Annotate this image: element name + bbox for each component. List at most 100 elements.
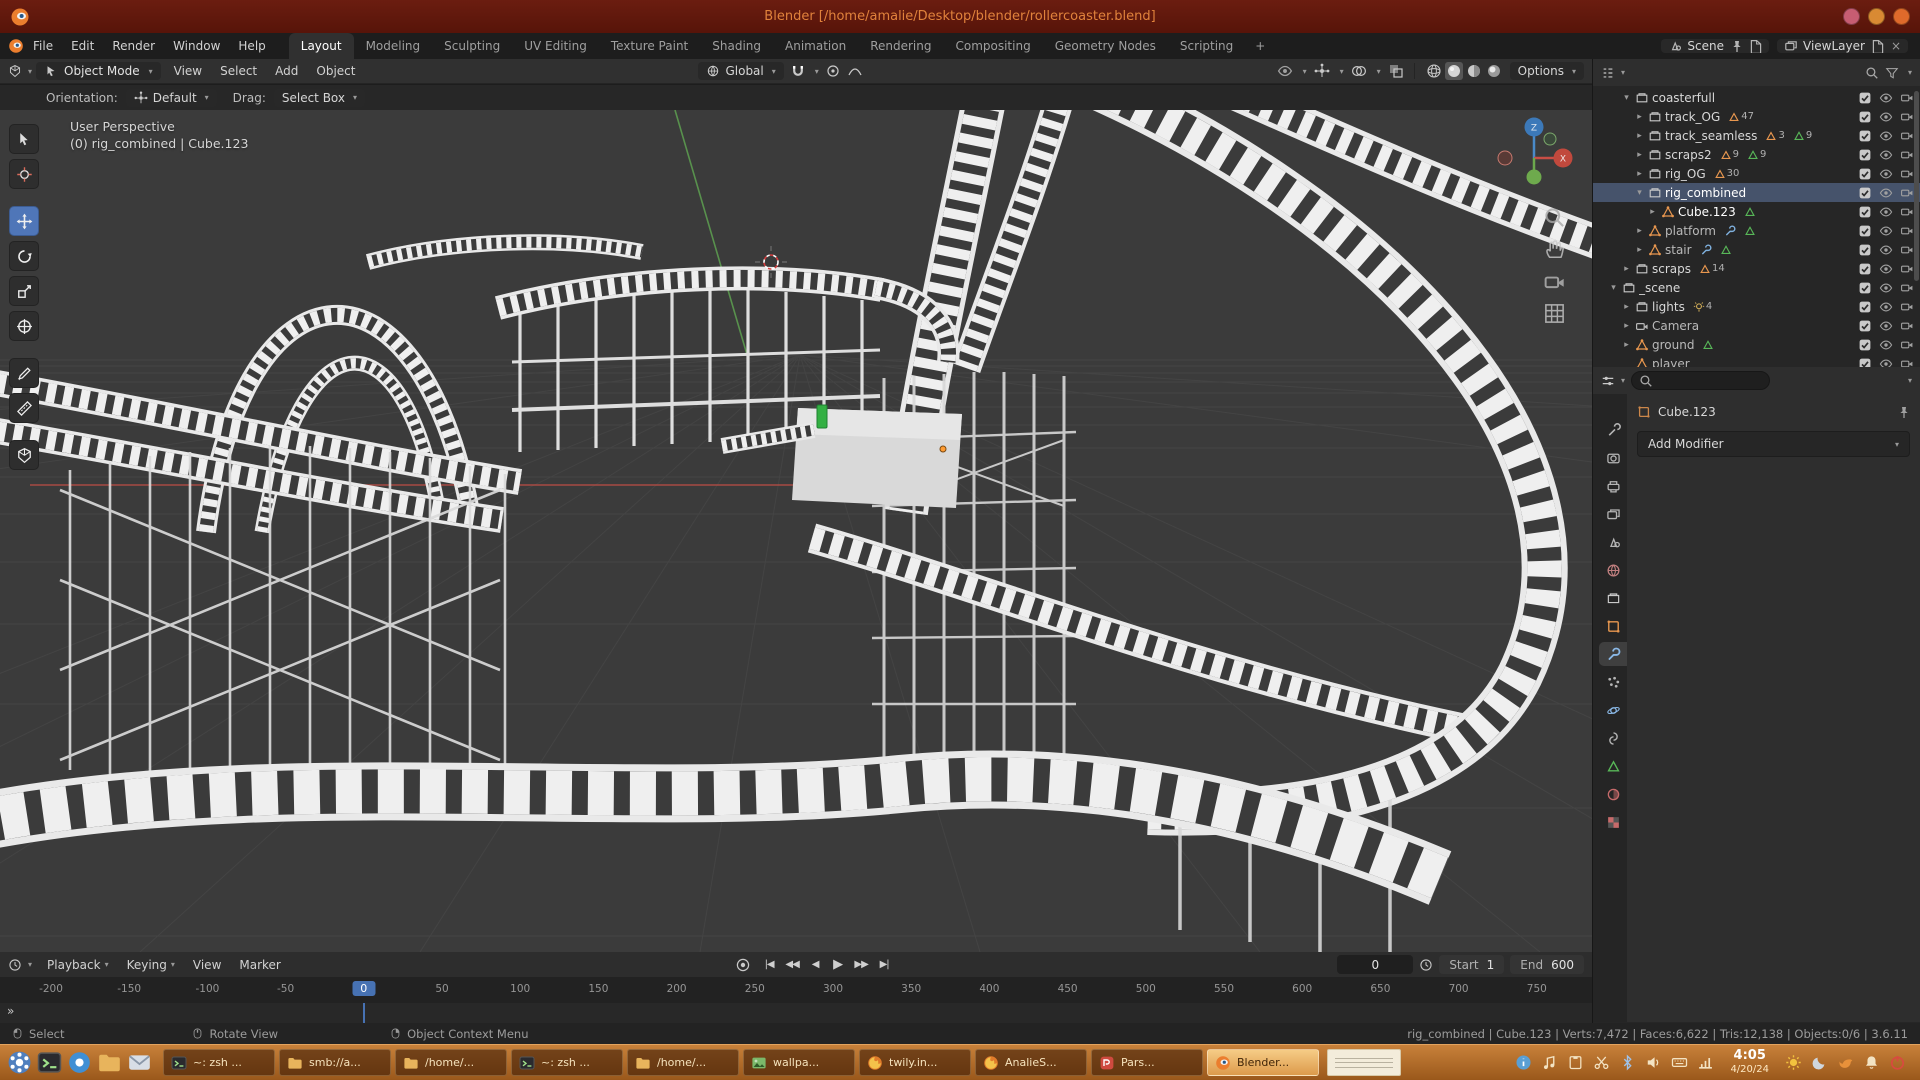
tab-modeling[interactable]: Modeling (354, 33, 433, 59)
move-tool-button[interactable] (9, 206, 39, 236)
tab-uv-editing[interactable]: UV Editing (512, 33, 599, 59)
properties-options-icon[interactable]: ▾ (1908, 376, 1912, 385)
new-scene-icon[interactable] (1748, 39, 1762, 53)
next-keyframe-button[interactable]: ▶▶ (851, 955, 871, 975)
taskbar-window-smb-a[interactable]: smb://a... (279, 1049, 391, 1076)
add-modifier-button[interactable]: Add Modifier ▾ (1637, 431, 1910, 457)
properties-search-input[interactable] (1631, 371, 1770, 390)
minimize-button[interactable] (1868, 8, 1885, 25)
falloff-icon[interactable] (847, 63, 863, 79)
menu-edit[interactable]: Edit (62, 33, 103, 59)
notes-applet[interactable] (1327, 1049, 1401, 1076)
add-workspace-button[interactable]: + (1245, 33, 1275, 59)
menu-file[interactable]: File (24, 33, 62, 59)
outliner-row-coasterfull[interactable]: ▾coasterfull (1593, 88, 1920, 107)
files-launcher-icon[interactable] (96, 1049, 123, 1076)
timeline-channels[interactable]: » (0, 1003, 1592, 1024)
taskbar-window-blender[interactable]: Blender... (1207, 1049, 1319, 1076)
overlays-toggle-icon[interactable] (1351, 63, 1367, 79)
disable-in-renders-toggle[interactable] (1900, 186, 1914, 200)
hide-in-viewport-toggle[interactable] (1879, 205, 1893, 219)
bird-icon[interactable] (1837, 1054, 1854, 1071)
disable-in-renders-toggle[interactable] (1900, 319, 1914, 333)
disable-in-renders-toggle[interactable] (1900, 167, 1914, 181)
expand-arrow[interactable]: ▾ (1621, 93, 1632, 103)
xray-toggle-icon[interactable] (1388, 63, 1404, 79)
menu-window[interactable]: Window (164, 33, 229, 59)
hide-in-viewport-toggle[interactable] (1879, 319, 1893, 333)
disable-in-renders-toggle[interactable] (1900, 91, 1914, 105)
expand-arrow[interactable]: ▸ (1634, 245, 1645, 255)
checkbox-toggle[interactable] (1858, 319, 1872, 333)
camera-view-icon[interactable] (1543, 270, 1566, 293)
annotate-tool-button[interactable] (9, 358, 39, 388)
disable-in-renders-toggle[interactable] (1900, 110, 1914, 124)
outliner-row-scraps2[interactable]: ▸scraps299 (1593, 145, 1920, 164)
expand-arrow[interactable]: ▾ (1634, 188, 1645, 198)
properties-editor-type-button[interactable]: ▾ (1601, 374, 1625, 388)
checkbox-toggle[interactable] (1858, 129, 1872, 143)
menu-marker[interactable]: Marker (230, 958, 289, 972)
outliner-row-rig-og[interactable]: ▸rig_OG30 (1593, 164, 1920, 183)
checkbox-toggle[interactable] (1858, 262, 1872, 276)
properties-tab-physics[interactable] (1599, 698, 1627, 722)
checkbox-toggle[interactable] (1858, 148, 1872, 162)
material-shading-icon[interactable] (1465, 62, 1483, 80)
tab-layout[interactable]: Layout (289, 33, 354, 59)
timeline-editor-type-button[interactable]: ▾ (8, 958, 32, 972)
checkbox-toggle[interactable] (1858, 243, 1872, 257)
expand-arrow[interactable]: ▸ (1634, 169, 1645, 179)
weather-sun-icon[interactable] (1785, 1054, 1802, 1071)
outliner-row-player[interactable]: player (1593, 354, 1920, 367)
network-tray-icon[interactable] (1697, 1054, 1714, 1071)
tab-geometry-nodes[interactable]: Geometry Nodes (1043, 33, 1168, 59)
disable-in-renders-toggle[interactable] (1900, 262, 1914, 276)
hide-in-viewport-toggle[interactable] (1879, 186, 1893, 200)
shade-button[interactable] (1843, 8, 1860, 25)
properties-tab-view-layer[interactable] (1599, 502, 1627, 526)
properties-tab-material[interactable] (1599, 782, 1627, 806)
checkbox-toggle[interactable] (1858, 281, 1872, 295)
cursor-tool-button[interactable] (9, 159, 39, 189)
outliner-row-scraps[interactable]: ▸scraps14 (1593, 259, 1920, 278)
checkbox-toggle[interactable] (1858, 167, 1872, 181)
scale-tool-button[interactable] (9, 276, 39, 306)
properties-tab-object[interactable] (1599, 614, 1627, 638)
expand-arrow[interactable]: ▸ (1634, 112, 1645, 122)
properties-tab-particles[interactable] (1599, 670, 1627, 694)
menu-view[interactable]: View (184, 958, 230, 972)
disable-in-renders-toggle[interactable] (1900, 338, 1914, 352)
expand-arrow[interactable]: ▸ (1647, 207, 1658, 217)
taskbar-window-wallpa[interactable]: wallpa... (743, 1049, 855, 1076)
mail-launcher-icon[interactable] (126, 1049, 153, 1076)
volume-tray-icon[interactable] (1645, 1054, 1662, 1071)
hide-in-viewport-toggle[interactable] (1879, 224, 1893, 238)
properties-tab-scene[interactable] (1599, 530, 1627, 554)
outliner-row-rig-combined[interactable]: ▾rig_combined (1593, 183, 1920, 202)
taskbar-window-home[interactable]: /home/... (627, 1049, 739, 1076)
outliner-row-camera[interactable]: ▸Camera (1593, 316, 1920, 335)
scissors-tray-icon[interactable] (1593, 1054, 1610, 1071)
hide-in-viewport-toggle[interactable] (1879, 262, 1893, 276)
ortho-toggle-icon[interactable] (1543, 302, 1566, 325)
outliner-row-stair[interactable]: ▸stair (1593, 240, 1920, 259)
checkbox-toggle[interactable] (1858, 186, 1872, 200)
current-frame-field[interactable]: 0 (1337, 955, 1413, 974)
zoom-icon[interactable] (1543, 206, 1566, 229)
auto-keying-button[interactable] (733, 957, 753, 973)
visibility-icon[interactable] (1277, 63, 1293, 79)
tab-animation[interactable]: Animation (773, 33, 858, 59)
properties-tab-tool[interactable] (1599, 418, 1627, 442)
hide-in-viewport-toggle[interactable] (1879, 129, 1893, 143)
measure-tool-button[interactable] (9, 393, 39, 423)
tab-rendering[interactable]: Rendering (858, 33, 943, 59)
outliner-row-ground[interactable]: ▸ground (1593, 335, 1920, 354)
checkbox-toggle[interactable] (1858, 110, 1872, 124)
notifications-icon[interactable] (1863, 1054, 1880, 1071)
properties-tab-world[interactable] (1599, 558, 1627, 582)
expand-arrow[interactable]: ▸ (1621, 264, 1632, 274)
axis-negative-y[interactable] (1544, 133, 1556, 145)
expand-arrow[interactable]: ▸ (1634, 226, 1645, 236)
remove-view-layer-icon[interactable]: × (1891, 39, 1901, 53)
disable-in-renders-toggle[interactable] (1900, 281, 1914, 295)
